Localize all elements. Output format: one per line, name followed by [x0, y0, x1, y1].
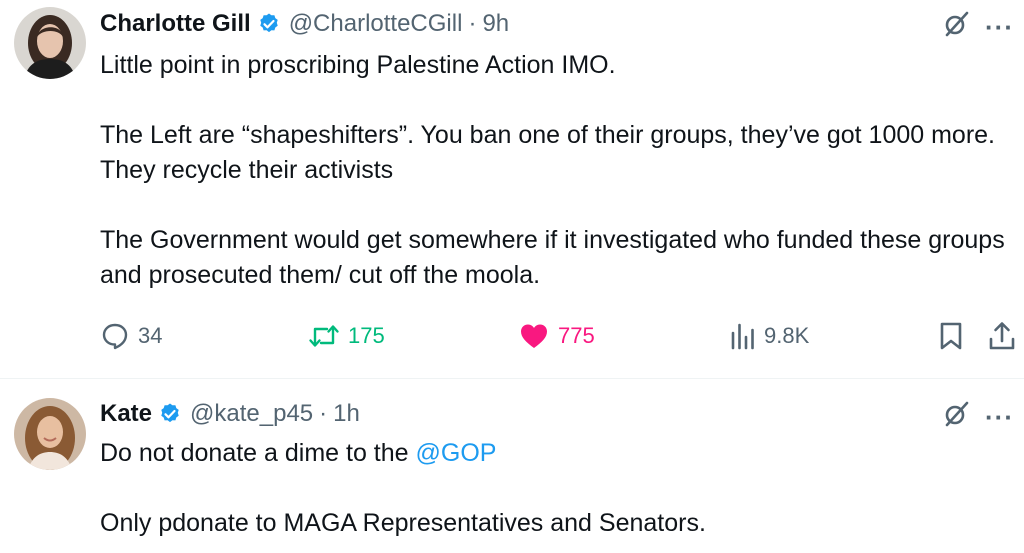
tweet-paragraph: Do not donate a dime to the @GOP: [100, 436, 1010, 471]
timestamp[interactable]: 1h: [333, 400, 360, 428]
separator-dot: ·: [319, 400, 328, 427]
grok-icon[interactable]: [943, 10, 971, 43]
tweet-text: Do not donate a dime to the @GOP Only pd…: [100, 436, 1010, 541]
avatar[interactable]: [14, 398, 86, 470]
action-bar: 34 175 775 9.8K: [100, 320, 1024, 352]
display-name[interactable]: Kate: [100, 400, 152, 428]
more-icon[interactable]: ···: [985, 404, 1014, 430]
tweet-top-icons: ···: [943, 10, 1014, 43]
avatar[interactable]: [14, 7, 86, 79]
tweet-text-segment: Do not donate a dime to the: [100, 439, 416, 467]
repost-count: 175: [348, 323, 385, 348]
like-count: 775: [558, 323, 595, 348]
like-button[interactable]: 775: [518, 320, 595, 352]
reply-icon: [102, 323, 128, 350]
tweet-paragraph: Only pdonate to MAGA Representatives and…: [100, 509, 706, 537]
tweet-paragraph: The Left are “shapeshifters”. You ban on…: [100, 121, 996, 184]
views-count: 9.8K: [764, 323, 810, 348]
bookmark-button[interactable]: [938, 320, 964, 352]
tweet-header: Charlotte Gill @CharlotteCGill · 9h: [100, 7, 509, 41]
verified-badge-icon[interactable]: [158, 402, 182, 426]
handle[interactable]: @kate_p45: [190, 400, 313, 428]
grok-icon[interactable]: [943, 400, 971, 433]
tweet-paragraph: The Government would get somewhere if it…: [100, 226, 1005, 289]
heart-icon: [521, 324, 547, 348]
timestamp[interactable]: 9h: [482, 10, 509, 38]
separator-dot: ·: [468, 10, 477, 37]
mention-link[interactable]: @GOP: [416, 439, 497, 467]
tweet[interactable]: Charlotte Gill @CharlotteCGill · 9h ··· …: [0, 0, 1024, 379]
bookmark-icon: [940, 322, 962, 350]
tweet-top-icons: ···: [943, 400, 1014, 433]
repost-icon: [309, 325, 339, 347]
views-icon: [731, 323, 754, 350]
tweet-paragraph: Little point in proscribing Palestine Ac…: [100, 51, 616, 79]
reply-button[interactable]: 34: [100, 320, 162, 352]
verified-badge-icon[interactable]: [257, 12, 281, 36]
share-button[interactable]: [988, 320, 1016, 352]
more-icon[interactable]: ···: [985, 14, 1014, 40]
tweet-text: Little point in proscribing Palestine Ac…: [100, 48, 1010, 293]
views-button[interactable]: 9.8K: [730, 320, 809, 352]
tweet[interactable]: Kate @kate_p45 · 1h ··· Do not donate a …: [0, 379, 1024, 553]
repost-button[interactable]: 175: [308, 320, 385, 352]
reply-count: 34: [138, 323, 163, 348]
handle[interactable]: @CharlotteCGill: [289, 10, 463, 38]
share-icon: [989, 322, 1015, 350]
tweet-header: Kate @kate_p45 · 1h: [100, 397, 360, 431]
display-name[interactable]: Charlotte Gill: [100, 10, 251, 38]
